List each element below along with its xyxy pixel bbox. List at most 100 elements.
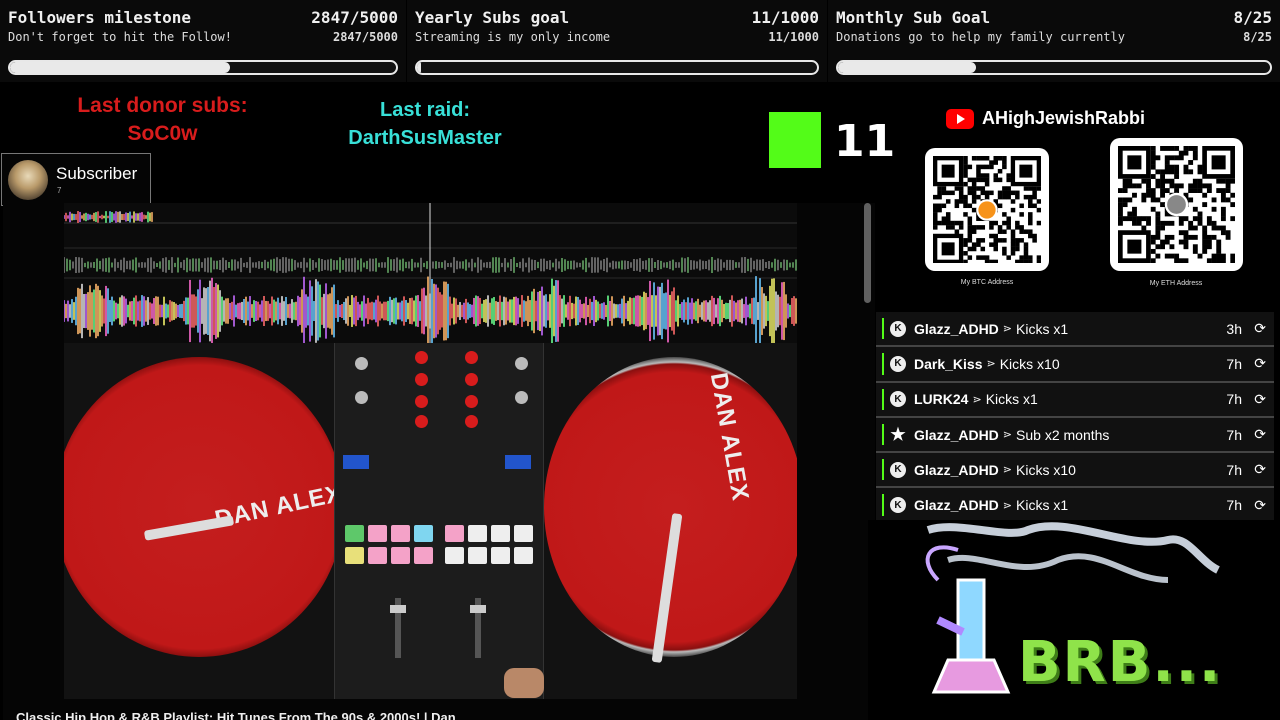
kick-count: 11 [834,116,896,167]
monthly-sub-goal-widget: Monthly Sub Goal 8/25 Donations go to hel… [828,0,1280,82]
fader-cap [470,605,486,613]
event-user: LURK24 [914,391,969,408]
goal-progress-fill [10,62,230,73]
event-row: K Glazz_ADHD ⋗ Kicks x1 7h ⟳ [876,488,1274,524]
replay-icon[interactable]: ⟳ [1254,320,1266,337]
event-time: 7h [1226,355,1242,372]
mixer-knob [465,395,478,408]
performance-pad [391,547,410,564]
dj-hand [504,668,544,698]
chevron-right-icon: ⋗ [1002,464,1013,477]
replay-icon[interactable]: ⟳ [1254,461,1266,478]
brb-artwork: BRB... [868,520,1280,720]
performance-pad [491,525,510,542]
goal-sub-count: 8/25 [1243,30,1272,44]
replay-icon[interactable]: ⟳ [1254,497,1266,514]
event-user: Glazz_ADHD [914,497,999,514]
dj-waveform [64,203,797,343]
video-player[interactable]: DAN ALEX DAN ALEX Classic Hip Hop & R&B … [3,203,875,720]
event-list: K Glazz_ADHD ⋗ Kicks x1 3h ⟳ K Dark_Kiss ⋗ Kicks … [876,312,1274,524]
last-raid-name: DarthSusMaster [348,127,502,149]
chevron-right-icon: ⋗ [1002,499,1013,512]
subscriber-alert: Subscriber 7 [1,153,151,206]
kick-icon: K [890,461,906,478]
mixer-knob [515,357,528,370]
goal-count: 8/25 [1233,8,1272,27]
goal-sub-count: 11/1000 [768,30,819,44]
replay-icon[interactable]: ⟳ [1254,355,1266,372]
last-raid-label: Last raid: [379,99,471,121]
fader-cap [390,605,406,613]
event-user: Dark_Kiss [914,355,983,372]
goal-progress-fill [838,62,977,73]
performance-pad [414,547,433,564]
performance-pad [345,547,364,564]
mixer-knob [415,415,428,428]
chevron-right-icon: ⋗ [972,393,982,406]
goal-progress-bar [8,60,398,75]
video-scrollbar[interactable] [864,203,871,303]
subscriber-count: 7 [57,186,62,195]
performance-pad [368,547,387,564]
event-time: 3h [1226,320,1242,337]
event-time: 7h [1226,391,1242,408]
chevron-right-icon: ⋗ [986,358,996,371]
mixer-knob [515,391,528,404]
replay-icon[interactable]: ⟳ [1254,391,1266,408]
fx-display [343,455,369,469]
goal-sub-count: 2847/5000 [332,30,398,44]
last-donor-name: SoC0w [127,122,198,145]
event-message: Kicks x10 [1016,461,1076,478]
event-row: K Glazz_ADHD ⋗ Kicks x1 3h ⟳ [876,312,1274,348]
goal-title: Followers milestone [8,8,192,27]
goal-subtitle: Don't forget to hit the Follow! [8,30,232,44]
event-message: Kicks x1 [1016,320,1069,337]
event-message: Kicks x10 [999,355,1060,372]
event-row: K Dark_Kiss ⋗ Kicks x10 7h ⟳ [876,347,1274,383]
mixer-knob [465,415,478,428]
mixer-knob [415,351,428,364]
btc-qr-caption: My BTC Address [960,279,1014,286]
mixer-knob [465,351,478,364]
event-row: ★ Glazz_ADHD ⋗ Sub x2 months 7h ⟳ [876,417,1274,454]
youtube-channel-name: AHighJewishRabbi [982,108,1146,128]
last-donor-widget: Last donor subs: SoC0w [40,92,285,148]
kick-icon: K [890,320,906,337]
performance-pad [391,525,410,542]
performance-pad [468,547,487,564]
right-turntable [544,357,797,657]
event-message: Sub x2 months [1016,426,1110,443]
eth-qr-code [1110,138,1243,271]
kick-icon: K [890,391,906,408]
performance-pad [368,525,387,542]
performance-pad [414,525,433,542]
performance-pad [445,525,464,542]
subscriber-label: Subscriber [56,164,138,183]
bitcoin-icon [978,201,996,219]
goal-progress-bar [836,60,1272,75]
kick-logo-icon [769,112,821,168]
dj-mixer [334,343,544,699]
goal-title: Monthly Sub Goal [836,8,991,27]
eth-qr-caption: My ETH Address [1149,280,1203,287]
followers-goal-widget: Followers milestone 2847/5000 Don't forge… [0,0,406,82]
event-time: 7h [1226,497,1242,514]
video-title: Classic Hip Hop & R&B Playlist: Hit Tune… [16,710,456,720]
subscriber-avatar [8,160,48,200]
chevron-right-icon: ⋗ [1002,429,1013,442]
event-time: 7h [1226,426,1242,443]
mixer-knob [355,357,368,370]
event-row: K Glazz_ADHD ⋗ Kicks x10 7h ⟳ [876,453,1274,489]
yearly-subs-goal-widget: Yearly Subs goal 11/1000 Streaming is my … [407,0,827,82]
event-user: Glazz_ADHD [914,320,999,337]
event-message: Kicks x1 [985,391,1038,408]
last-raid-widget: Last raid: DarthSusMaster [325,96,525,152]
fx-display [505,455,531,469]
performance-pad [345,525,364,542]
replay-icon[interactable]: ⟳ [1254,426,1266,443]
dj-deck: DAN ALEX DAN ALEX [64,343,797,699]
btc-qr-code [925,148,1049,271]
youtube-icon [946,108,974,129]
performance-pad [445,547,464,564]
mixer-knob [415,373,428,386]
